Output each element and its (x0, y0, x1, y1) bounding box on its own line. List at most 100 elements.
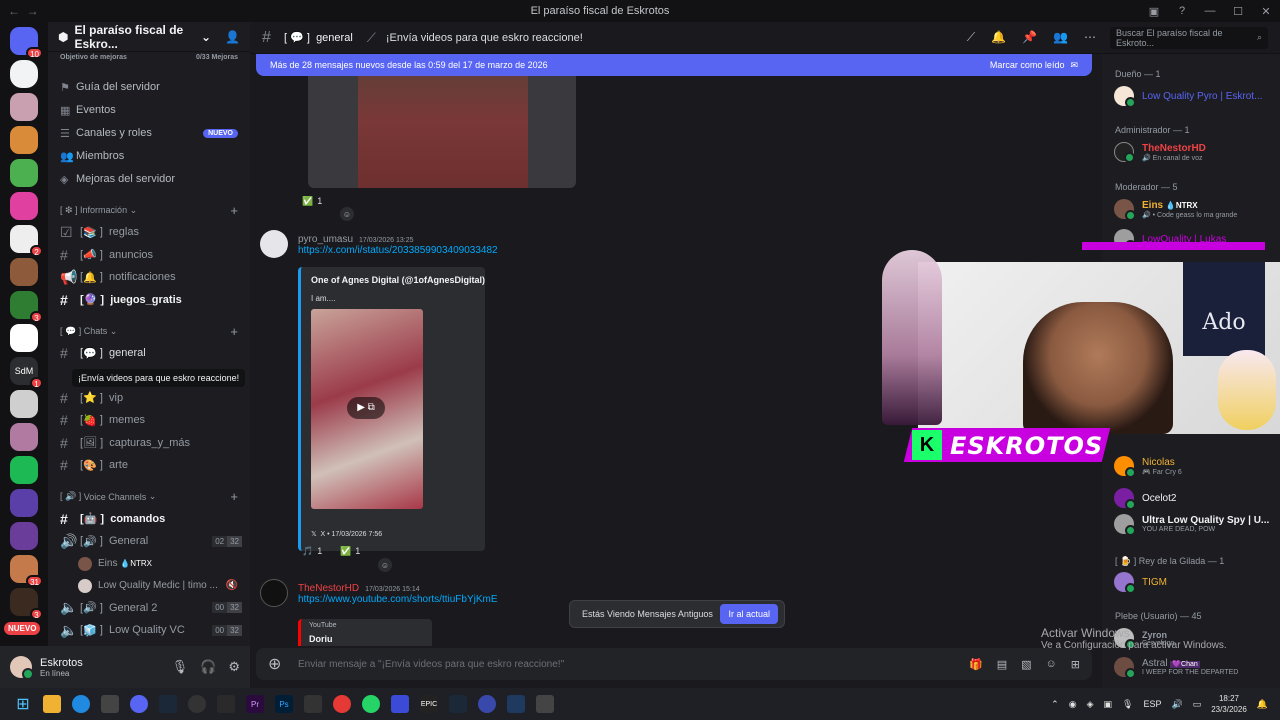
channel-anuncios[interactable]: #[📣 ] anuncios (48, 244, 250, 267)
whatsapp-icon[interactable] (362, 695, 380, 713)
server-icon[interactable] (10, 423, 38, 451)
tray-app-icon[interactable]: ◉ (1069, 699, 1077, 710)
message-author[interactable]: pyro_umasu (298, 234, 353, 245)
apps-icon[interactable]: ⊞ (1071, 658, 1080, 671)
avatar[interactable] (260, 579, 288, 607)
server-icon[interactable] (10, 522, 38, 550)
add-reaction-button[interactable]: ☺ (378, 556, 392, 574)
epic-games-icon[interactable]: EPIC (420, 695, 438, 713)
headphones-icon[interactable]: 🎧 (200, 659, 216, 675)
server-icon[interactable] (10, 489, 38, 517)
member-item[interactable]: Ocelot2 (1114, 488, 1278, 510)
server-icon[interactable]: 3 (10, 291, 43, 323)
media-icon[interactable] (333, 695, 351, 713)
emoji-icon[interactable]: ☺ (1046, 658, 1057, 671)
add-attachment-icon[interactable]: ⊕ (268, 654, 298, 674)
obs-icon[interactable] (188, 695, 206, 713)
member-item[interactable]: Astral 💜Chan I WEEP FOR THE DEPARTED (1114, 657, 1278, 679)
app-icon[interactable] (536, 695, 554, 713)
jump-to-present-button[interactable]: Ir al actual (720, 604, 778, 624)
reaction-note[interactable]: 🎵 1 (302, 542, 322, 560)
threads-icon[interactable]: ⟋ (967, 30, 975, 45)
youtube-embed[interactable]: YouTube Doriu (298, 619, 432, 646)
channel-notificaciones[interactable]: 📢[🔔 ] notificaciones (48, 266, 250, 289)
message-composer[interactable]: ⊕ Enviar mensaje a "¡Envía videos para q… (256, 648, 1092, 680)
bell-icon[interactable]: 🔔 (991, 30, 1006, 45)
server-icon[interactable] (10, 93, 38, 121)
app-icon[interactable] (217, 695, 235, 713)
microphone-icon[interactable]: 🎙 (1122, 699, 1133, 710)
avatar[interactable] (10, 656, 34, 680)
reaction-check[interactable]: ✅ 1 (302, 192, 322, 210)
pin-icon[interactable]: 📌 (1022, 30, 1037, 45)
start-icon[interactable]: ⊞ (14, 695, 32, 713)
message-input[interactable]: Enviar mensaje a "¡Envía videos para que… (298, 659, 564, 670)
app-icon[interactable] (391, 695, 409, 713)
server-icon[interactable] (10, 159, 38, 187)
store-icon[interactable] (101, 695, 119, 713)
play-icon[interactable]: ▶ ⧉ (347, 397, 385, 419)
server-icon[interactable]: 2 (10, 225, 43, 257)
edge-icon[interactable] (72, 695, 90, 713)
message-link[interactable]: https://www.youtube.com/shorts/ttiuFbYjK… (298, 594, 498, 605)
help-icon[interactable]: ? (1168, 5, 1196, 17)
photoshop-icon[interactable]: Ps (275, 695, 293, 713)
premiere-icon[interactable]: Pr (246, 695, 264, 713)
server-icon-sdm[interactable]: SdM 1 (10, 357, 43, 389)
channel-comandos[interactable]: #[🤖 ] comandos (48, 508, 250, 531)
volume-icon[interactable]: 🔊 (1171, 699, 1182, 710)
inbox-icon[interactable]: ▣ (1140, 5, 1168, 18)
microphone-icon[interactable]: 🎙 (172, 659, 189, 675)
capcut-icon[interactable] (304, 695, 322, 713)
gift-icon[interactable]: 🎁 (969, 658, 983, 671)
gear-icon[interactable]: ⚙ (228, 659, 240, 675)
boost-goal[interactable]: Objetivo de mejoras 0/33 Mejoras (48, 52, 250, 63)
steam-icon[interactable] (159, 695, 177, 713)
notifications-icon[interactable]: 🔔 (1257, 699, 1268, 710)
server-icon[interactable] (10, 456, 38, 484)
menu-members[interactable]: 👥 Miembros (48, 145, 250, 167)
discord-icon[interactable] (130, 695, 148, 713)
server-icon[interactable] (10, 324, 38, 352)
tray-app-icon[interactable]: ◈ (1087, 699, 1094, 710)
category-voice[interactable]: [ 🔊 ] Voice Channels ⌄ + (48, 486, 250, 508)
mark-as-read-button[interactable]: Marcar como leído (990, 60, 1065, 70)
battery-icon[interactable]: ▭ (1193, 699, 1202, 710)
voice-user-medic[interactable]: Low Quality Medic | timo ... 🔇 (48, 575, 250, 597)
server-icon[interactable] (10, 192, 38, 220)
message-link[interactable]: https://x.com/i/status/20338599034090334… (298, 245, 498, 256)
add-channel-icon[interactable]: + (230, 489, 238, 504)
member-list-icon[interactable]: 👥 (1053, 30, 1068, 45)
menu-server-guide[interactable]: ⚑ Guía del servidor (48, 76, 250, 98)
audio-editor-icon[interactable] (507, 695, 525, 713)
channel-arte[interactable]: #[🎨 ] arte (48, 454, 250, 477)
server-icon[interactable] (10, 258, 38, 286)
close-button[interactable]: ✕ (1252, 5, 1280, 18)
server-icon[interactable] (10, 126, 38, 154)
voice-user-eins[interactable]: Eins 💧NTRX (48, 553, 250, 575)
channel-general[interactable]: #[💬 ] general (48, 342, 250, 365)
chevron-up-icon[interactable]: ⌃ (1051, 699, 1059, 710)
voice-channel-low-quality[interactable]: 🔈[🧊 ] Low Quality VC 00 32 (48, 619, 250, 642)
channel-juegos-gratis[interactable]: #[🔮 ] juegos_gratis (48, 289, 250, 312)
sticker-icon[interactable]: ▧ (1021, 658, 1031, 671)
server-icon-current[interactable] (10, 60, 38, 88)
clock[interactable]: 18:27 23/3/2026 (1211, 693, 1247, 715)
add-member-icon[interactable]: 👤 (225, 30, 240, 44)
channel-vip[interactable]: #[⭐ ] vip (48, 387, 250, 410)
steam-icon[interactable] (449, 695, 467, 713)
reaction-check[interactable]: ✅ 1 (340, 542, 360, 560)
server-icon[interactable]: 3 (10, 588, 43, 620)
avatar[interactable] (260, 230, 288, 258)
server-icon[interactable]: 31 (10, 555, 43, 587)
member-item[interactable]: TIGM (1114, 572, 1278, 594)
app-icon[interactable] (478, 695, 496, 713)
member-item[interactable]: Eins 💧NTRX 🔊 • Code geass lo ma grande (1114, 199, 1278, 221)
new-servers-pill[interactable]: NUEVO (4, 622, 41, 635)
minimize-button[interactable]: — (1196, 5, 1224, 17)
direct-messages-button[interactable]: 10 (10, 27, 43, 59)
embed-author[interactable]: One of Agnes Digital (@1ofAgnesDigital) (311, 275, 485, 285)
search-input[interactable]: Buscar El paraíso fiscal de Eskroto... ⌕ (1110, 26, 1268, 49)
add-channel-icon[interactable]: + (230, 324, 238, 339)
channel-capturas[interactable]: #[🖼 ] capturas_y_más (48, 432, 250, 455)
